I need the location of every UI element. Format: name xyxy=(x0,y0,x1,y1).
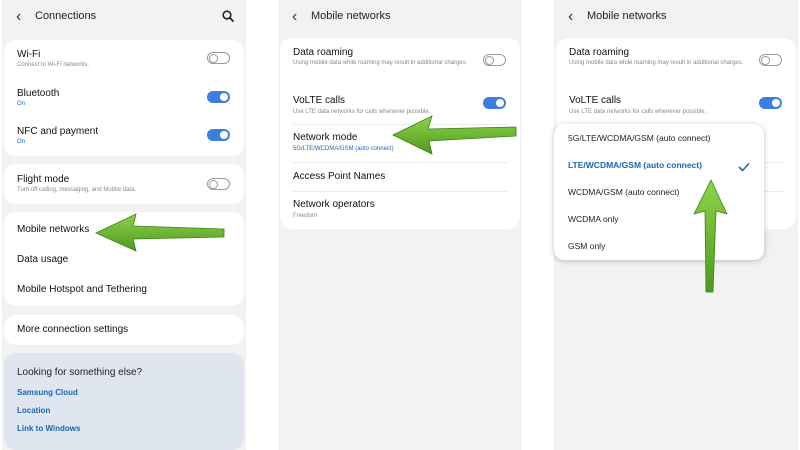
flight-sub: Turn off calling, messaging, and Mobile … xyxy=(17,187,137,193)
volte-label: VoLTE calls xyxy=(569,95,622,106)
flight-card: Flight mode Turn off calling, messaging,… xyxy=(4,164,244,204)
looking-title: Looking for something else? xyxy=(17,367,143,378)
mobile-networks-header: ‹ Mobile networks xyxy=(554,0,798,34)
connections-card: Wi-Fi Connect to Wi-Fi networks. Bluetoo… xyxy=(4,40,244,156)
back-arrow-icon[interactable]: ‹ xyxy=(292,9,297,25)
mobile-networks-label: Mobile networks xyxy=(17,224,90,235)
data-usage-label: Data usage xyxy=(17,254,69,265)
data-roaming-sub: Using mobile data while roaming may resu… xyxy=(569,60,744,66)
more-settings-card: More connection settings xyxy=(4,315,244,345)
nfc-sub: On xyxy=(17,139,26,145)
data-roaming-sub: Using mobile data while roaming may resu… xyxy=(293,60,468,66)
nfc-row[interactable]: NFC and payment On xyxy=(4,118,244,154)
data-roaming-row[interactable]: Data roaming Using mobile data while roa… xyxy=(280,38,520,82)
network-mode-row[interactable]: Network mode 5G/LTE/WCDMA/GSM (auto conn… xyxy=(280,126,520,160)
mobile-networks-screen: ‹ Mobile networks Data roaming Using mob… xyxy=(278,0,522,450)
location-link[interactable]: Location xyxy=(17,406,50,415)
flight-row[interactable]: Flight mode Turn off calling, messaging,… xyxy=(4,164,244,204)
divider xyxy=(292,191,508,192)
wifi-label: Wi-Fi xyxy=(17,49,41,60)
volte-row[interactable]: VoLTE calls Use LTE data networks for ca… xyxy=(280,88,520,122)
volte-row[interactable]: VoLTE calls Use LTE data networks for ca… xyxy=(556,88,796,122)
wifi-sub: Connect to Wi-Fi networks. xyxy=(17,62,90,68)
bluetooth-label: Bluetooth xyxy=(17,88,60,99)
wifi-toggle[interactable] xyxy=(207,52,230,64)
mode-option-lte[interactable]: LTE/WCDMA/GSM (auto connect) xyxy=(568,160,702,170)
network-mode-value: 5G/LTE/WCDMA/GSM (auto connect) xyxy=(293,146,394,152)
flight-label: Flight mode xyxy=(17,174,70,185)
back-arrow-icon[interactable]: ‹ xyxy=(568,9,573,25)
link-to-windows-link[interactable]: Link to Windows xyxy=(17,424,80,433)
more-settings-row[interactable]: More connection settings xyxy=(4,315,244,345)
network-mode-dropdown: 5G/LTE/WCDMA/GSM (auto connect) LTE/WCDM… xyxy=(554,124,764,260)
networks-card: Mobile networks Data usage Mobile Hotspo… xyxy=(4,212,244,306)
page-title: Mobile networks xyxy=(311,10,391,22)
wifi-row[interactable]: Wi-Fi Connect to Wi-Fi networks. xyxy=(4,40,244,76)
mode-option-5g[interactable]: 5G/LTE/WCDMA/GSM (auto connect) xyxy=(568,133,711,143)
volte-sub: Use LTE data networks for calls whenever… xyxy=(569,109,707,115)
divider xyxy=(292,162,508,163)
hotspot-row[interactable]: Mobile Hotspot and Tethering xyxy=(4,274,244,306)
connections-header: ‹ Connections xyxy=(2,0,246,34)
apn-row[interactable]: Access Point Names xyxy=(280,164,520,190)
mode-option-gsm-only[interactable]: GSM only xyxy=(568,241,605,251)
data-roaming-label: Data roaming xyxy=(293,47,354,58)
back-arrow-icon[interactable]: ‹ xyxy=(16,9,21,25)
network-operators-label: Network operators xyxy=(293,199,375,210)
mobile-networks-card: Data roaming Using mobile data while roa… xyxy=(280,38,520,229)
mode-option-wcdma-only[interactable]: WCDMA only xyxy=(568,214,619,224)
apn-label: Access Point Names xyxy=(293,171,386,182)
volte-toggle[interactable] xyxy=(759,97,782,109)
bluetooth-toggle[interactable] xyxy=(207,91,230,103)
search-icon[interactable] xyxy=(222,9,234,27)
data-roaming-label: Data roaming xyxy=(569,47,630,58)
looking-card: Looking for something else? Samsung Clou… xyxy=(4,353,244,450)
bluetooth-sub: On xyxy=(17,101,26,107)
data-usage-row[interactable]: Data usage xyxy=(4,244,244,274)
volte-toggle[interactable] xyxy=(483,97,506,109)
more-settings-label: More connection settings xyxy=(17,324,129,335)
data-roaming-row[interactable]: Data roaming Using mobile data while roa… xyxy=(556,38,796,82)
samsung-cloud-link[interactable]: Samsung Cloud xyxy=(17,388,78,397)
data-roaming-toggle[interactable] xyxy=(483,54,506,66)
data-roaming-toggle[interactable] xyxy=(759,54,782,66)
nfc-label: NFC and payment xyxy=(17,126,99,137)
mobile-networks-row[interactable]: Mobile networks xyxy=(4,212,244,244)
connections-screen: ‹ Connections Wi-Fi Connect to Wi-Fi net… xyxy=(2,0,246,450)
volte-sub: Use LTE data networks for calls whenever… xyxy=(293,109,431,115)
check-icon xyxy=(738,159,750,177)
bluetooth-row[interactable]: Bluetooth On xyxy=(4,80,244,116)
network-operators-sub: Freedom xyxy=(293,213,318,219)
network-operators-row[interactable]: Network operators Freedom xyxy=(280,193,520,227)
mode-option-wcdma-gsm[interactable]: WCDMA/GSM (auto connect) xyxy=(568,187,679,197)
page-title: Mobile networks xyxy=(587,10,667,22)
page-title: Connections xyxy=(35,10,97,22)
volte-label: VoLTE calls xyxy=(293,95,346,106)
nfc-toggle[interactable] xyxy=(207,129,230,141)
hotspot-label: Mobile Hotspot and Tethering xyxy=(17,284,147,295)
flight-toggle[interactable] xyxy=(207,178,230,190)
network-mode-label: Network mode xyxy=(293,132,358,143)
mobile-networks-header: ‹ Mobile networks xyxy=(278,0,522,34)
divider xyxy=(292,124,508,125)
